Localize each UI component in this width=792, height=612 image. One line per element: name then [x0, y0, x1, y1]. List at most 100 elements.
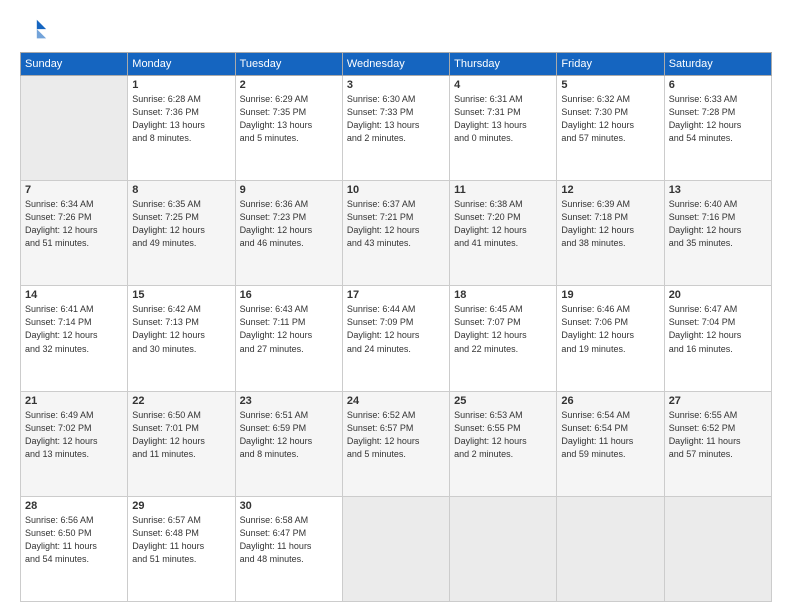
logo-icon: [20, 16, 48, 44]
day-info: Sunrise: 6:29 AMSunset: 7:35 PMDaylight:…: [240, 93, 338, 145]
day-info: Sunrise: 6:51 AMSunset: 6:59 PMDaylight:…: [240, 409, 338, 461]
day-number: 30: [240, 500, 338, 512]
day-number: 16: [240, 289, 338, 301]
calendar-cell: 21 Sunrise: 6:49 AMSunset: 7:02 PMDayligh…: [21, 391, 128, 496]
day-number: 28: [25, 500, 123, 512]
calendar-cell: 22 Sunrise: 6:50 AMSunset: 7:01 PMDayligh…: [128, 391, 235, 496]
day-number: 4: [454, 79, 552, 91]
header-row: SundayMondayTuesdayWednesdayThursdayFrid…: [21, 53, 772, 76]
day-number: 14: [25, 289, 123, 301]
day-number: 23: [240, 395, 338, 407]
calendar-cell: 16 Sunrise: 6:43 AMSunset: 7:11 PMDayligh…: [235, 286, 342, 391]
calendar-cell: 18Sunrise: 6:45 AMSunset: 7:07 PMDayligh…: [450, 286, 557, 391]
calendar-cell: [21, 76, 128, 181]
day-number: 17: [347, 289, 445, 301]
day-info: Sunrise: 6:38 AMSunset: 7:20 PMDaylight:…: [454, 198, 552, 250]
calendar-cell: 13 Sunrise: 6:40 AMSunset: 7:16 PMDayligh…: [664, 181, 771, 286]
col-header-tuesday: Tuesday: [235, 53, 342, 76]
day-info: Sunrise: 6:30 AMSunset: 7:33 PMDaylight:…: [347, 93, 445, 145]
calendar-cell: 12 Sunrise: 6:39 AMSunset: 7:18 PMDayligh…: [557, 181, 664, 286]
calendar-week-2: 7Sunrise: 6:34 AMSunset: 7:26 PMDaylight…: [21, 181, 772, 286]
day-number: 8: [132, 184, 230, 196]
calendar-cell: [450, 496, 557, 601]
calendar-cell: 24 Sunrise: 6:52 AMSunset: 6:57 PMDayligh…: [342, 391, 449, 496]
calendar-cell: 1Sunrise: 6:28 AMSunset: 7:36 PMDaylight…: [128, 76, 235, 181]
calendar-table: SundayMondayTuesdayWednesdayThursdayFrid…: [20, 52, 772, 602]
calendar-cell: 6Sunrise: 6:33 AMSunset: 7:28 PMDaylight…: [664, 76, 771, 181]
calendar-cell: [342, 496, 449, 601]
col-header-wednesday: Wednesday: [342, 53, 449, 76]
day-number: 24: [347, 395, 445, 407]
day-info: Sunrise: 6:55 AMSunset: 6:52 PMDaylight:…: [669, 409, 767, 461]
calendar-week-5: 28 Sunrise: 6:56 AMSunset: 6:50 PMDayligh…: [21, 496, 772, 601]
col-header-saturday: Saturday: [664, 53, 771, 76]
day-number: 13: [669, 184, 767, 196]
day-info: Sunrise: 6:35 AMSunset: 7:25 PMDaylight:…: [132, 198, 230, 250]
col-header-monday: Monday: [128, 53, 235, 76]
day-number: 12: [561, 184, 659, 196]
day-info: Sunrise: 6:54 AMSunset: 6:54 PMDaylight:…: [561, 409, 659, 461]
day-number: 1: [132, 79, 230, 91]
calendar-cell: 30 Sunrise: 6:58 AMSunset: 6:47 PMDayligh…: [235, 496, 342, 601]
calendar-cell: 2 Sunrise: 6:29 AMSunset: 7:35 PMDaylight…: [235, 76, 342, 181]
logo: [20, 16, 52, 44]
day-info: Sunrise: 6:44 AMSunset: 7:09 PMDaylight:…: [347, 303, 445, 355]
calendar-cell: 4 Sunrise: 6:31 AMSunset: 7:31 PMDaylight…: [450, 76, 557, 181]
day-number: 27: [669, 395, 767, 407]
day-info: Sunrise: 6:42 AMSunset: 7:13 PMDaylight:…: [132, 303, 230, 355]
calendar-cell: 10Sunrise: 6:37 AMSunset: 7:21 PMDayligh…: [342, 181, 449, 286]
day-info: Sunrise: 6:32 AMSunset: 7:30 PMDaylight:…: [561, 93, 659, 145]
day-number: 29: [132, 500, 230, 512]
day-number: 25: [454, 395, 552, 407]
calendar-cell: 5 Sunrise: 6:32 AMSunset: 7:30 PMDaylight…: [557, 76, 664, 181]
calendar-cell: 23 Sunrise: 6:51 AMSunset: 6:59 PMDayligh…: [235, 391, 342, 496]
day-number: 18: [454, 289, 552, 301]
day-info: Sunrise: 6:47 AMSunset: 7:04 PMDaylight:…: [669, 303, 767, 355]
day-info: Sunrise: 6:46 AMSunset: 7:06 PMDaylight:…: [561, 303, 659, 355]
day-info: Sunrise: 6:37 AMSunset: 7:21 PMDaylight:…: [347, 198, 445, 250]
calendar-body: 1Sunrise: 6:28 AMSunset: 7:36 PMDaylight…: [21, 76, 772, 602]
calendar-cell: 3Sunrise: 6:30 AMSunset: 7:33 PMDaylight…: [342, 76, 449, 181]
day-number: 2: [240, 79, 338, 91]
calendar-cell: 8 Sunrise: 6:35 AMSunset: 7:25 PMDaylight…: [128, 181, 235, 286]
day-info: Sunrise: 6:40 AMSunset: 7:16 PMDaylight:…: [669, 198, 767, 250]
calendar-cell: 11 Sunrise: 6:38 AMSunset: 7:20 PMDayligh…: [450, 181, 557, 286]
calendar-cell: 19 Sunrise: 6:46 AMSunset: 7:06 PMDayligh…: [557, 286, 664, 391]
header: [20, 16, 772, 44]
day-info: Sunrise: 6:34 AMSunset: 7:26 PMDaylight:…: [25, 198, 123, 250]
calendar-cell: 29Sunrise: 6:57 AMSunset: 6:48 PMDayligh…: [128, 496, 235, 601]
day-info: Sunrise: 6:33 AMSunset: 7:28 PMDaylight:…: [669, 93, 767, 145]
day-info: Sunrise: 6:39 AMSunset: 7:18 PMDaylight:…: [561, 198, 659, 250]
day-number: 9: [240, 184, 338, 196]
day-info: Sunrise: 6:50 AMSunset: 7:01 PMDaylight:…: [132, 409, 230, 461]
day-info: Sunrise: 6:41 AMSunset: 7:14 PMDaylight:…: [25, 303, 123, 355]
col-header-sunday: Sunday: [21, 53, 128, 76]
calendar-week-1: 1Sunrise: 6:28 AMSunset: 7:36 PMDaylight…: [21, 76, 772, 181]
calendar-week-3: 14 Sunrise: 6:41 AMSunset: 7:14 PMDayligh…: [21, 286, 772, 391]
calendar-cell: 14 Sunrise: 6:41 AMSunset: 7:14 PMDayligh…: [21, 286, 128, 391]
day-info: Sunrise: 6:53 AMSunset: 6:55 PMDaylight:…: [454, 409, 552, 461]
calendar-header: SundayMondayTuesdayWednesdayThursdayFrid…: [21, 53, 772, 76]
page: SundayMondayTuesdayWednesdayThursdayFrid…: [0, 0, 792, 612]
calendar-cell: 28 Sunrise: 6:56 AMSunset: 6:50 PMDayligh…: [21, 496, 128, 601]
day-info: Sunrise: 6:36 AMSunset: 7:23 PMDaylight:…: [240, 198, 338, 250]
calendar-cell: 26Sunrise: 6:54 AMSunset: 6:54 PMDayligh…: [557, 391, 664, 496]
day-number: 19: [561, 289, 659, 301]
calendar-cell: 17 Sunrise: 6:44 AMSunset: 7:09 PMDayligh…: [342, 286, 449, 391]
day-info: Sunrise: 6:56 AMSunset: 6:50 PMDaylight:…: [25, 514, 123, 566]
day-number: 5: [561, 79, 659, 91]
col-header-friday: Friday: [557, 53, 664, 76]
calendar-cell: 9 Sunrise: 6:36 AMSunset: 7:23 PMDaylight…: [235, 181, 342, 286]
day-info: Sunrise: 6:52 AMSunset: 6:57 PMDaylight:…: [347, 409, 445, 461]
day-number: 21: [25, 395, 123, 407]
calendar-cell: 7Sunrise: 6:34 AMSunset: 7:26 PMDaylight…: [21, 181, 128, 286]
day-info: Sunrise: 6:43 AMSunset: 7:11 PMDaylight:…: [240, 303, 338, 355]
day-number: 20: [669, 289, 767, 301]
day-number: 22: [132, 395, 230, 407]
col-header-thursday: Thursday: [450, 53, 557, 76]
day-number: 11: [454, 184, 552, 196]
day-info: Sunrise: 6:49 AMSunset: 7:02 PMDaylight:…: [25, 409, 123, 461]
day-info: Sunrise: 6:58 AMSunset: 6:47 PMDaylight:…: [240, 514, 338, 566]
calendar-week-4: 21 Sunrise: 6:49 AMSunset: 7:02 PMDayligh…: [21, 391, 772, 496]
day-info: Sunrise: 6:31 AMSunset: 7:31 PMDaylight:…: [454, 93, 552, 145]
